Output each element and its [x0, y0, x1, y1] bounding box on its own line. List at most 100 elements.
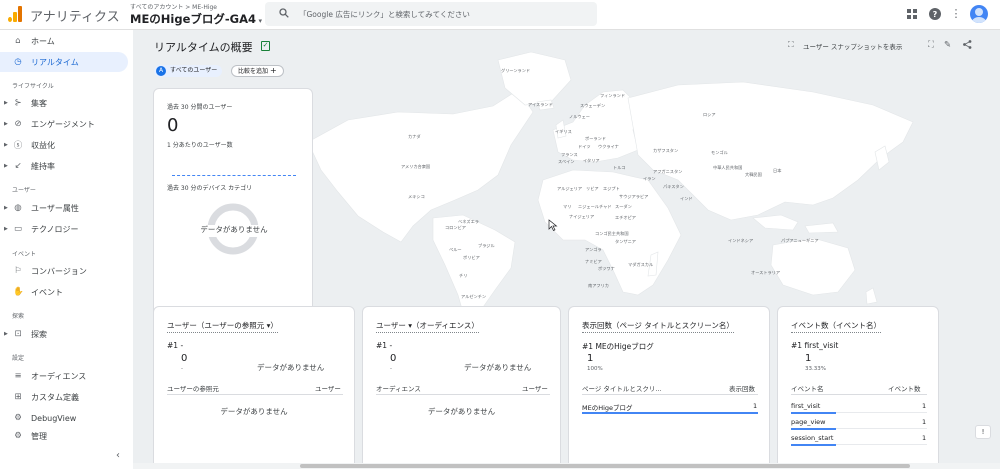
share-icon[interactable]: [963, 40, 972, 52]
map-label: インド: [680, 196, 693, 201]
account-avatar[interactable]: [970, 5, 988, 23]
user-source-card-title[interactable]: ユーザー（ユーザーの参照元 ▾）: [167, 320, 278, 333]
section-label-lifecycle: ライフサイクル: [12, 83, 54, 90]
event-count-card-title[interactable]: イベント数（イベント名）: [791, 320, 881, 333]
expand-arrow-icon[interactable]: ▶: [4, 163, 8, 169]
col-header-page-title: ページ タイトルとスクリ...: [582, 385, 662, 393]
map-label: スーダン: [615, 203, 632, 210]
sidebar-item-acquisition[interactable]: ▶ ⊱ 集客: [0, 93, 128, 113]
sidebar-item-engagement[interactable]: ▶ ⊘ エンゲージメント: [0, 114, 128, 134]
page-views-card-title[interactable]: 表示回数（ページ タイトルとスクリーン名）: [582, 320, 734, 333]
map-label: イタリア: [583, 157, 600, 164]
user-snapshot-button[interactable]: ユーザー スナップショットを表示: [803, 41, 902, 51]
sidebar-item-retention[interactable]: ▶ ↙ 維持率: [0, 156, 128, 176]
help-icon[interactable]: ?: [928, 7, 942, 21]
search-input[interactable]: [299, 6, 589, 22]
table-row-value: 1: [922, 402, 927, 410]
sidebar-item-conversions[interactable]: ⚐ コンバージョン: [0, 261, 128, 281]
event-count-rank: #1 first_visit: [791, 341, 839, 350]
chip-all-users[interactable]: A すべてのユーザー: [154, 65, 223, 77]
sidebar-item-label: コンバージョン: [31, 266, 87, 276]
map-label: ドイツ: [578, 144, 591, 149]
sidebar-item-technology[interactable]: ▶ ▭ テクノロジー: [0, 219, 128, 239]
user-source-value: 0: [181, 353, 188, 364]
account-breadcrumb[interactable]: すべてのアカウント > ME-Hige: [130, 2, 217, 11]
col-header-audience: オーディエンス: [376, 385, 421, 393]
device-no-data: データがありません: [200, 225, 268, 234]
map-label: ボツワナ: [598, 265, 615, 272]
scrollbar-thumb[interactable]: [300, 464, 910, 468]
expand-arrow-icon[interactable]: ▶: [4, 205, 8, 211]
table-row-label[interactable]: page_view: [791, 418, 825, 426]
audience-card-title[interactable]: ユーザー ▾（オーディエンス）: [376, 320, 479, 333]
divider: [167, 394, 343, 395]
section-label-explore: 探索: [12, 313, 25, 320]
expand-arrow-icon[interactable]: ▶: [4, 121, 8, 127]
expand-arrow-icon[interactable]: ▶: [4, 331, 8, 337]
home-icon: ⌂: [15, 36, 21, 46]
sidebar-item-label: カスタム定義: [31, 392, 79, 402]
more-vert-icon[interactable]: ⋮: [949, 7, 963, 21]
sidebar-item-monetization[interactable]: ▶ ⓢ 収益化: [0, 135, 128, 155]
map-label: モンゴル: [711, 149, 728, 155]
add-compare-button[interactable]: 比較を追加 +: [231, 65, 284, 77]
top-bar: アナリティクス すべてのアカウント > ME-Hige MEのHigeブログ-G…: [0, 0, 1000, 30]
analytics-logo-icon[interactable]: [8, 6, 22, 22]
sidebar-item-events[interactable]: ✋ イベント: [0, 282, 128, 302]
user-source-card: ユーザー（ユーザーの参照元 ▾） #1 - 0 - データがありません ユーザー…: [153, 306, 355, 469]
expand-arrow-icon[interactable]: ▶: [4, 142, 8, 148]
sidebar-item-label: エンゲージメント: [31, 119, 95, 129]
sidebar-item-label: ユーザー属性: [31, 203, 79, 213]
map-label: ノルウェー: [569, 113, 590, 120]
sidebar-item-label: DebugView: [31, 413, 77, 423]
sidebar-item-explore[interactable]: ▶ ⊡ 探索: [0, 324, 128, 344]
table-row-label[interactable]: MEのHigeブログ: [582, 402, 633, 412]
sidebar-item-label: 管理: [31, 431, 47, 441]
feedback-icon[interactable]: !: [975, 425, 991, 439]
map-label: リビア: [586, 185, 599, 192]
map-label: メキシコ: [408, 194, 425, 199]
explore-icon: ⊡: [14, 329, 22, 339]
table-row-bar: [791, 428, 837, 430]
sidebar-item-label: イベント: [31, 287, 63, 297]
app-name: アナリティクス: [30, 10, 120, 25]
col-header-event-name: イベント名: [791, 385, 824, 393]
section-label-event: イベント: [12, 251, 37, 258]
custom-definition-icon: ⊞: [14, 392, 22, 402]
sidebar-item-realtime[interactable]: ◷ リアルタイム: [0, 52, 128, 72]
globe-icon: ◍: [14, 203, 22, 213]
map-label: ポーランド: [585, 135, 606, 142]
table-row-value: 1: [922, 418, 927, 426]
users-30min-label: 過去 30 分間のユーザー: [167, 104, 233, 111]
sidebar: ⌂ ホーム ◷ リアルタイム ライフサイクル ▶ ⊱ 集客 ▶ ⊘ エンゲージメ…: [0, 30, 133, 469]
map-label: 中華人民共和国: [713, 164, 742, 171]
map-label: グリーンランド: [501, 67, 530, 74]
apps-grid-icon[interactable]: [905, 7, 919, 21]
snapshot-icon[interactable]: ⛶: [788, 40, 794, 50]
sidebar-item-custom-definitions[interactable]: ⊞ カスタム定義: [0, 387, 128, 407]
table-row-label[interactable]: first_visit: [791, 402, 820, 410]
search-box[interactable]: [265, 2, 597, 26]
map-label: チャド: [599, 204, 612, 209]
map-label: ウクライナ: [598, 143, 619, 150]
expand-arrow-icon[interactable]: ▶: [4, 226, 8, 232]
edit-chart-icon[interactable]: ✎: [944, 40, 951, 50]
col-header-users: ユーザー: [522, 385, 548, 393]
check-document-icon[interactable]: ✓: [261, 41, 270, 51]
flag-icon: ⚐: [14, 266, 22, 276]
collapse-sidebar-chevron-icon[interactable]: ‹: [116, 450, 120, 461]
audience-table-no-data: データがありません: [427, 407, 496, 416]
fullscreen-icon[interactable]: ⛶: [928, 40, 934, 50]
sidebar-item-admin[interactable]: ⚙ 管理: [0, 426, 128, 446]
divider: [791, 394, 927, 395]
expand-arrow-icon[interactable]: ▶: [4, 100, 8, 106]
divider: [582, 394, 758, 395]
property-selector[interactable]: MEのHigeブログ-GA4 ▾: [130, 11, 262, 27]
sidebar-item-demographics[interactable]: ▶ ◍ ユーザー属性: [0, 198, 128, 218]
sidebar-item-home[interactable]: ⌂ ホーム: [0, 31, 128, 51]
sidebar-item-debugview[interactable]: ⚙ DebugView: [0, 408, 128, 428]
sidebar-item-audiences[interactable]: ≡ オーディエンス: [0, 366, 128, 386]
page-title: リアルタイムの概要: [154, 41, 253, 54]
table-row-label[interactable]: session_start: [791, 434, 833, 442]
map-label: 大韓民国: [745, 171, 762, 178]
